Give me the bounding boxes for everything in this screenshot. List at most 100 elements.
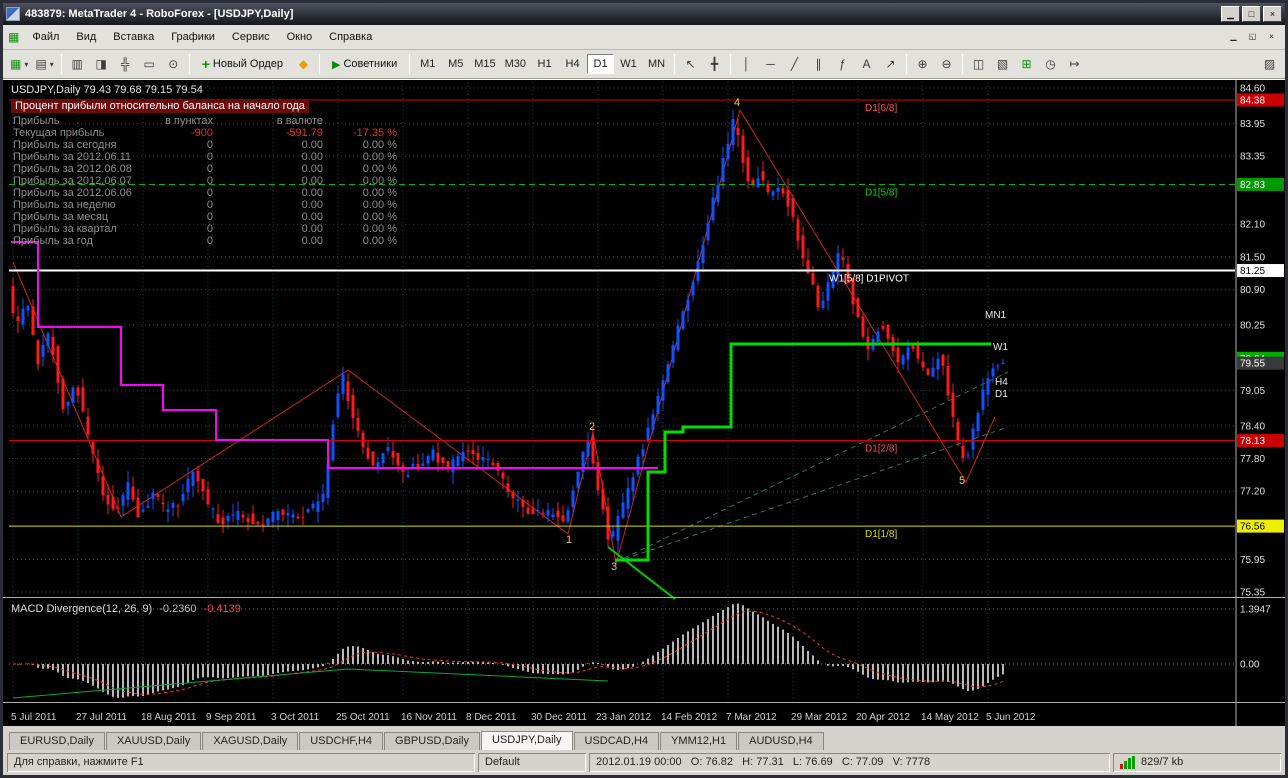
child-restore-button[interactable]: ◱ <box>1244 30 1261 45</box>
title-bar[interactable]: 483879: MetaTrader 4 - RoboForex - [USDJ… <box>3 3 1285 25</box>
child-close-button[interactable]: × <box>1263 30 1280 45</box>
svg-text:W1[5/8] D1PIVOT: W1[5/8] D1PIVOT <box>829 274 909 285</box>
svg-text:81.50: 81.50 <box>1240 252 1265 263</box>
expert-advisors-label: Советники <box>343 58 397 70</box>
menu-tools[interactable]: Сервис <box>224 28 278 46</box>
profiles-button[interactable]: ▤▾ <box>32 53 56 75</box>
indicators-button[interactable]: ⊞ <box>1015 53 1038 75</box>
svg-text:4: 4 <box>734 97 740 109</box>
zoom-in-button[interactable]: ⊕ <box>911 53 934 75</box>
tab-xauusd-daily[interactable]: XAUUSD,Daily <box>106 732 201 750</box>
svg-text:80.90: 80.90 <box>1240 285 1265 296</box>
clock-icon: ◷ <box>1045 57 1055 71</box>
timeframe-w1-button[interactable]: W1 <box>615 54 642 74</box>
text-label-button[interactable]: A <box>855 53 878 75</box>
timeframe-m1-button[interactable]: M1 <box>414 54 441 74</box>
window-title: 483879: MetaTrader 4 - RoboForex - [USDJ… <box>25 8 1216 20</box>
svg-text:29 Mar 2012: 29 Mar 2012 <box>791 712 848 723</box>
tab-usdcad-h4[interactable]: USDCAD,H4 <box>574 732 660 750</box>
text-icon: A <box>863 57 871 71</box>
minimize-button[interactable]: ▁ <box>1221 6 1240 22</box>
status-connection: 829/7 kb <box>1113 753 1281 772</box>
timeframe-m15-button[interactable]: M15 <box>470 54 499 74</box>
profit-row: Прибыль за сегодня00.000.00 % <box>11 139 399 151</box>
new-order-button[interactable]: +Новый Ордер <box>194 53 291 75</box>
crosshair-button[interactable]: ╋ <box>703 53 726 75</box>
timeframe-h1-button[interactable]: H1 <box>531 54 558 74</box>
chart-tabs: EURUSD,Daily XAUUSD,Daily XAGUSD,Daily U… <box>3 725 1285 750</box>
svg-text:18 Aug 2011: 18 Aug 2011 <box>141 712 197 723</box>
horizontal-line-button[interactable]: ─ <box>759 53 782 75</box>
menu-file[interactable]: Файл <box>24 28 67 46</box>
macd-value-main: -0.2360 <box>159 603 196 615</box>
tile-windows-button[interactable]: ◫ <box>967 53 990 75</box>
toolbar-separator <box>409 54 410 74</box>
tab-xagusd-daily[interactable]: XAGUSD,Daily <box>202 732 298 750</box>
arrow-icon: ↗ <box>886 57 896 71</box>
cascade-windows-button[interactable]: ▧ <box>991 53 1014 75</box>
navigator-button[interactable]: ╬ <box>114 53 137 75</box>
zoom-out-button[interactable]: ⊖ <box>935 53 958 75</box>
chart-properties-button[interactable]: ▨ <box>1258 53 1281 75</box>
menu-view[interactable]: Вид <box>68 28 104 46</box>
expert-advisors-button[interactable]: ▶Советники <box>324 53 405 75</box>
strategy-tester-button[interactable]: ⊙ <box>162 53 185 75</box>
chart-properties-icon: ▨ <box>1264 57 1275 71</box>
svg-text:78.13: 78.13 <box>1240 436 1265 447</box>
chart-window-icon[interactable]: ▦ <box>8 30 19 44</box>
svg-text:5: 5 <box>959 475 965 487</box>
svg-text:D1: D1 <box>995 389 1008 400</box>
terminal-button[interactable]: ▭ <box>138 53 161 75</box>
chevron-down-icon: ▾ <box>50 60 54 69</box>
tab-ymm12-h1[interactable]: YMM12,H1 <box>660 732 737 750</box>
fibonacci-button[interactable]: ƒ <box>831 53 854 75</box>
menu-help[interactable]: Справка <box>321 28 380 46</box>
tab-eurusd-daily[interactable]: EURUSD,Daily <box>9 732 105 750</box>
new-chart-button[interactable]: ▦▾ <box>7 53 31 75</box>
channel-icon: ∥ <box>816 57 822 71</box>
timeframe-m5-button[interactable]: M5 <box>442 54 469 74</box>
status-profile[interactable]: Default <box>478 753 586 772</box>
maximize-button[interactable]: □ <box>1242 6 1261 22</box>
timeframe-h4-button[interactable]: H4 <box>559 54 586 74</box>
menu-insert[interactable]: Вставка <box>105 28 162 46</box>
toolbar: ▦▾ ▤▾ ▥ ◨ ╬ ▭ ⊙ +Новый Ордер ◆ ▶Советник… <box>3 50 1285 79</box>
svg-text:H4: H4 <box>995 377 1008 388</box>
svg-text:14 Feb 2012: 14 Feb 2012 <box>661 712 718 723</box>
chart-shift-button[interactable]: ↦ <box>1063 53 1086 75</box>
timeframe-m30-button[interactable]: M30 <box>501 54 530 74</box>
timeframe-d1-button[interactable]: D1 <box>587 54 614 74</box>
menu-charts[interactable]: Графики <box>163 28 223 46</box>
svg-text:D1[5/8]: D1[5/8] <box>865 187 897 198</box>
tab-usdchf-h4[interactable]: USDCHF,H4 <box>299 732 383 750</box>
market-watch-button[interactable]: ▥ <box>66 53 89 75</box>
menu-window[interactable]: Окно <box>279 28 321 46</box>
tab-audusd-h4[interactable]: AUDUSD,H4 <box>738 732 824 750</box>
svg-text:75.35: 75.35 <box>1240 588 1265 599</box>
tab-gbpusd-daily[interactable]: GBPUSD,Daily <box>384 732 480 750</box>
status-bar: Для справки, нажмите F1 Default 2012.01.… <box>3 750 1285 775</box>
toolbar-separator <box>189 54 190 74</box>
menu-bar: ▦ Файл Вид Вставка Графики Сервис Окно С… <box>3 25 1285 50</box>
child-minimize-button[interactable]: ▁ <box>1225 30 1242 45</box>
vertical-line-button[interactable]: │ <box>735 53 758 75</box>
timeframe-mn-button[interactable]: MN <box>643 54 670 74</box>
metaeditor-button[interactable]: ◆ <box>292 53 315 75</box>
cursor-icon: ↖ <box>686 57 696 71</box>
macd-name: MACD Divergence(12, 26, 9) <box>11 603 152 615</box>
cursor-button[interactable]: ↖ <box>679 53 702 75</box>
indicators-icon: ⊞ <box>1022 57 1032 71</box>
connection-bars-icon <box>1120 756 1135 769</box>
channel-button[interactable]: ∥ <box>807 53 830 75</box>
trendline-button[interactable]: ╱ <box>783 53 806 75</box>
close-button[interactable]: × <box>1263 6 1282 22</box>
profit-row: Прибыль за 2012.06.0800.000.00 % <box>11 163 399 175</box>
profit-row: Прибыль за квартал00.000.00 % <box>11 223 399 235</box>
svg-text:30 Dec 2011: 30 Dec 2011 <box>531 712 587 723</box>
svg-text:0.00: 0.00 <box>1240 660 1260 671</box>
tab-usdjpy-daily[interactable]: USDJPY,Daily <box>481 731 573 750</box>
arrows-button[interactable]: ↗ <box>879 53 902 75</box>
data-window-button[interactable]: ◨ <box>90 53 113 75</box>
svg-text:3: 3 <box>611 561 617 573</box>
period-converter-button[interactable]: ◷ <box>1039 53 1062 75</box>
